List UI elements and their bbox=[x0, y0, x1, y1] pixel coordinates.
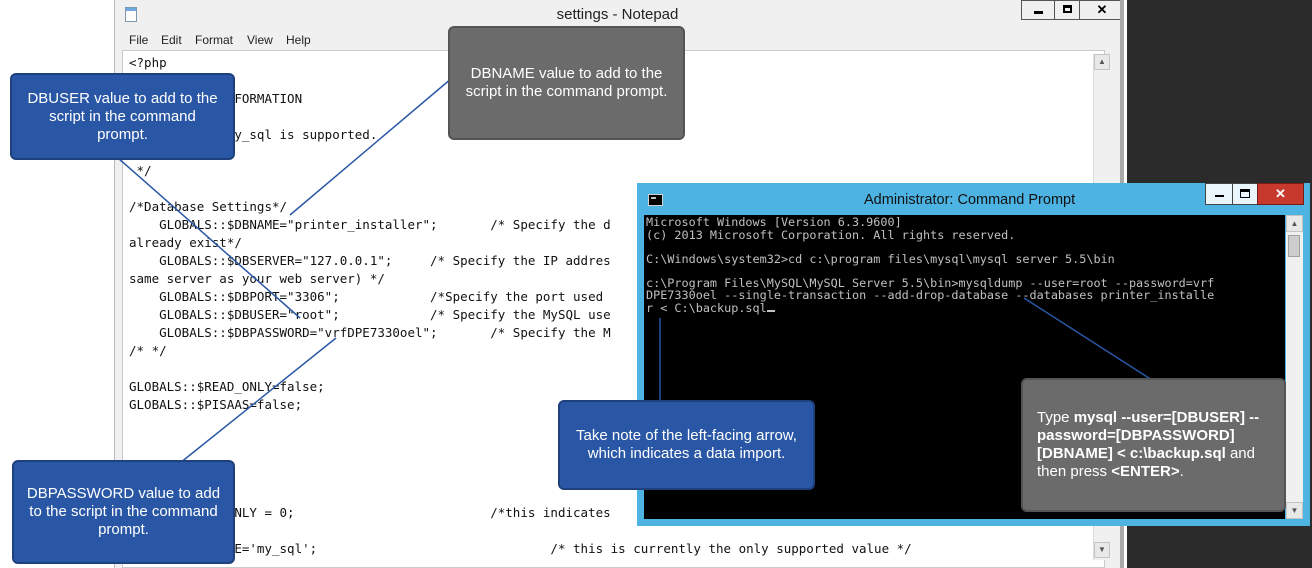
text-cursor bbox=[766, 310, 775, 312]
menu-help[interactable]: Help bbox=[286, 33, 311, 47]
console-line-last: r < C:\backup.sql bbox=[646, 301, 775, 315]
console-line: Microsoft Windows [Version 6.3.9600] bbox=[646, 215, 902, 229]
code-line: YPE='my_sql'; /* this is currently the o… bbox=[129, 541, 912, 556]
code-line: already exist*/ bbox=[129, 235, 242, 250]
notepad-close-button[interactable] bbox=[1079, 0, 1120, 20]
console-command-tail: r < C:\backup.sql bbox=[646, 301, 767, 315]
cmd-titlebar[interactable]: Administrator: Command Prompt bbox=[637, 183, 1310, 215]
scroll-up-arrow-icon[interactable]: ▲ bbox=[1286, 215, 1303, 232]
cmd-vertical-scrollbar[interactable]: ▲ ▼ bbox=[1286, 215, 1303, 519]
cmd-minimize-button[interactable] bbox=[1205, 183, 1233, 205]
cmd-maximize-button[interactable] bbox=[1232, 183, 1258, 205]
scroll-thumb[interactable] bbox=[1288, 235, 1300, 257]
code-line: /* */ bbox=[129, 343, 167, 358]
menu-edit[interactable]: Edit bbox=[161, 33, 182, 47]
cmd-icon bbox=[648, 194, 663, 206]
type-instruction-text: Type mysql --user=[DBUSER] --password=[D… bbox=[1037, 409, 1274, 481]
notepad-maximize-button[interactable] bbox=[1054, 0, 1080, 20]
code-line: GLOBALS::$READ_ONLY=false; bbox=[129, 379, 325, 394]
code-line: <?php bbox=[129, 55, 167, 70]
scroll-down-arrow-icon[interactable]: ▼ bbox=[1094, 542, 1110, 558]
code-line: /*Database Settings*/ bbox=[129, 199, 288, 214]
notepad-title: settings - Notepad bbox=[556, 6, 679, 23]
callout-dbuser: DBUSER value to add to the script in the… bbox=[10, 73, 235, 160]
instruction-prefix: Type bbox=[1037, 409, 1074, 426]
code-line: GLOBALS::$PISAAS=false; bbox=[129, 397, 303, 412]
scroll-up-arrow-icon[interactable]: ▲ bbox=[1094, 54, 1110, 70]
console-line: (c) 2013 Microsoft Corporation. All righ… bbox=[646, 228, 1016, 242]
cmd-close-button[interactable] bbox=[1257, 183, 1304, 205]
instruction-enter-key: <ENTER> bbox=[1111, 463, 1180, 480]
callout-dbpassword: DBPASSWORD value to add to the script in… bbox=[12, 460, 235, 564]
code-line: GLOBALS::$DBPORT="3306"; /*Specify the p… bbox=[129, 289, 604, 304]
menu-file[interactable]: File bbox=[129, 33, 148, 47]
callout-dbname: DBNAME value to add to the script in the… bbox=[448, 26, 685, 140]
code-line: */ bbox=[129, 163, 152, 178]
code-line: GLOBALS::$DBUSER="root"; /* Specify the … bbox=[129, 307, 611, 322]
code-line: GLOBALS::$DBPASSWORD="vrfDPE7330oel"; /*… bbox=[129, 325, 611, 340]
code-line: GLOBALS::$DBNAME="printer_installer"; /*… bbox=[129, 217, 611, 232]
instruction-suffix: . bbox=[1179, 463, 1184, 480]
menu-view[interactable]: View bbox=[247, 33, 273, 47]
callout-arrow-note: Take note of the left-facing arrow, whic… bbox=[558, 400, 815, 490]
notepad-minimize-button[interactable] bbox=[1021, 0, 1055, 20]
code-line: GLOBALS::$DBSERVER="127.0.0.1"; /* Speci… bbox=[129, 253, 611, 268]
console-line: DPE7330oel --single-transaction --add-dr… bbox=[646, 288, 1215, 302]
cmd-title: Administrator: Command Prompt bbox=[864, 192, 1076, 208]
code-line: same server as your web server) */ bbox=[129, 271, 385, 286]
callout-type-instruction: Type mysql --user=[DBUSER] --password=[D… bbox=[1021, 378, 1286, 512]
menu-format[interactable]: Format bbox=[195, 33, 233, 47]
scroll-down-arrow-icon[interactable]: ▼ bbox=[1286, 502, 1303, 519]
console-line: C:\Windows\system32>cd c:\program files\… bbox=[646, 252, 1115, 266]
